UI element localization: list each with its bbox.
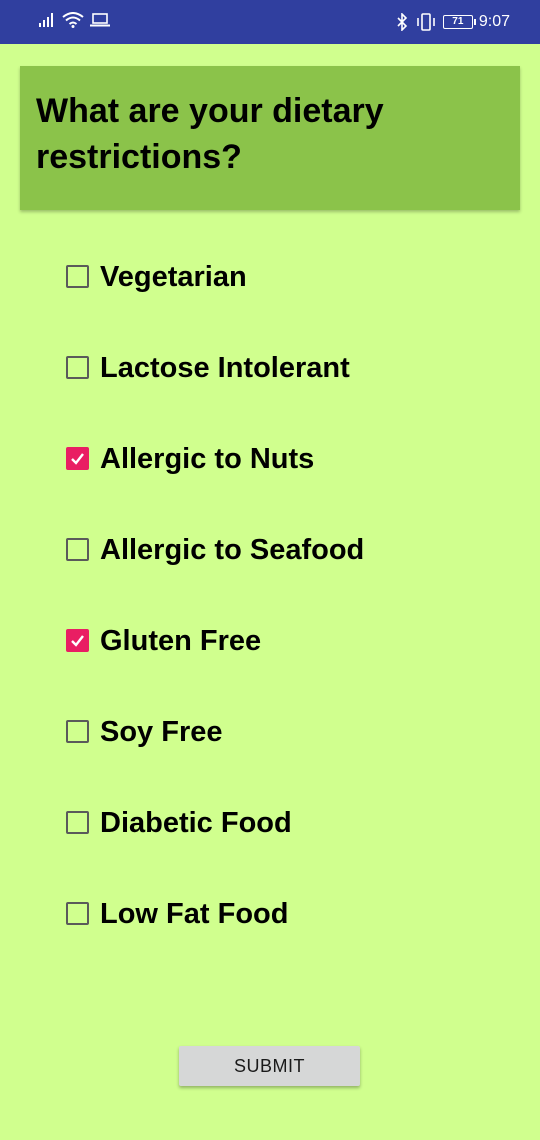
option-label: Lactose Intolerant xyxy=(100,352,350,384)
option-lactose-intolerant[interactable]: Lactose Intolerant xyxy=(66,339,506,430)
signal-icon xyxy=(38,12,56,28)
restriction-options: Vegetarian Lactose Intolerant Allergic t… xyxy=(66,248,506,976)
option-vegetarian[interactable]: Vegetarian xyxy=(66,248,506,339)
option-soy-free[interactable]: Soy Free xyxy=(66,703,506,794)
option-label: Allergic to Seafood xyxy=(100,534,365,566)
vibrate-icon xyxy=(415,13,437,31)
header-card: What are your dietary restrictions? xyxy=(20,66,520,210)
option-label: Gluten Free xyxy=(100,625,262,657)
check-icon xyxy=(71,635,84,647)
status-bar: 71 9:07 xyxy=(0,0,540,44)
option-label: Soy Free xyxy=(100,716,223,748)
laptop-icon xyxy=(90,12,110,28)
status-right-icons: 71 9:07 xyxy=(395,12,510,32)
checkbox[interactable] xyxy=(66,720,89,743)
battery-icon: 71 xyxy=(442,15,476,29)
wifi-icon xyxy=(62,12,84,28)
bluetooth-icon xyxy=(395,13,409,31)
option-allergic-to-nuts[interactable]: Allergic to Nuts xyxy=(66,430,506,521)
checkbox[interactable] xyxy=(66,538,89,561)
status-time: 9:07 xyxy=(478,13,510,30)
option-diabetic-food[interactable]: Diabetic Food xyxy=(66,794,506,885)
option-label: Allergic to Nuts xyxy=(100,443,315,475)
submit-button[interactable]: SUBMIT xyxy=(179,1046,360,1086)
checkbox[interactable] xyxy=(66,902,89,925)
checkbox[interactable] xyxy=(66,811,89,834)
check-icon xyxy=(71,453,84,465)
page-title: What are your dietary restrictions? xyxy=(36,92,384,176)
option-label: Low Fat Food xyxy=(100,898,289,930)
option-low-fat-food[interactable]: Low Fat Food xyxy=(66,885,506,976)
status-left-icons xyxy=(38,12,110,28)
checkbox[interactable] xyxy=(66,265,89,288)
checkbox[interactable] xyxy=(66,629,89,652)
checkbox[interactable] xyxy=(66,356,89,379)
option-allergic-to-seafood[interactable]: Allergic to Seafood xyxy=(66,521,506,612)
battery-level: 71 xyxy=(452,16,464,27)
option-label: Vegetarian xyxy=(100,261,247,293)
option-label: Diabetic Food xyxy=(100,807,292,839)
option-gluten-free[interactable]: Gluten Free xyxy=(66,612,506,703)
checkbox[interactable] xyxy=(66,447,89,470)
